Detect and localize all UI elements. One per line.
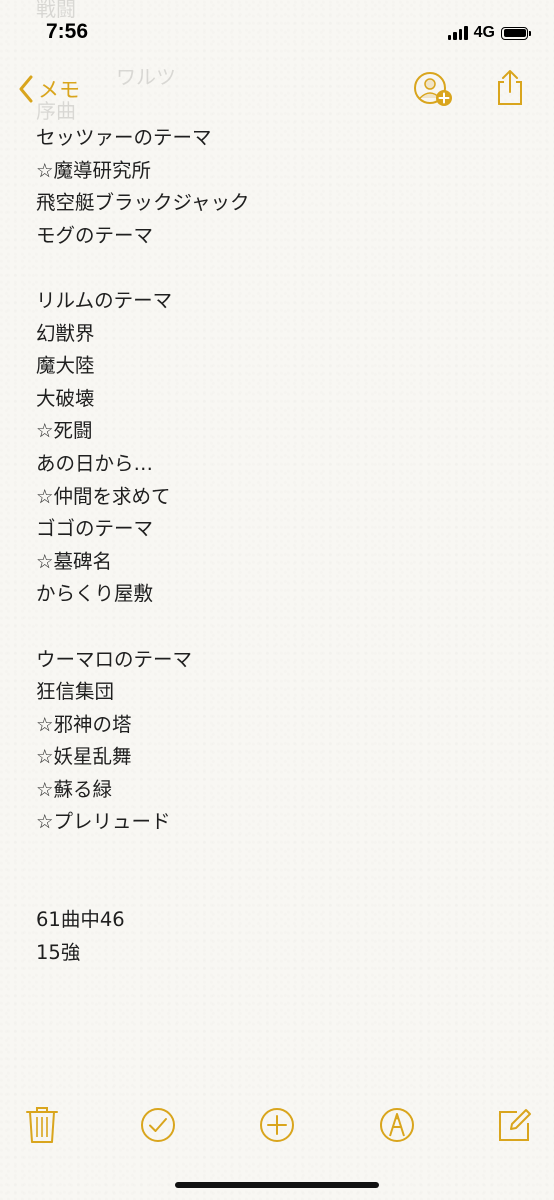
note-line: ☆邪神の塔	[36, 712, 132, 736]
add-button[interactable]	[256, 1104, 298, 1146]
status-bar: 7:56 4G	[0, 0, 554, 68]
back-button[interactable]: メモ	[18, 72, 80, 106]
share-button[interactable]	[490, 68, 530, 108]
bottom-toolbar	[0, 1100, 554, 1150]
note-line: セッツァーのテーマ	[36, 126, 212, 149]
checklist-icon	[141, 1108, 175, 1142]
note-line: ☆プレリュード	[36, 810, 171, 834]
note-line: ☆墓碑名	[36, 549, 112, 573]
note-line: あの日から…	[36, 451, 154, 475]
battery-icon	[501, 26, 531, 40]
add-icon	[260, 1108, 294, 1142]
cellular-signal-icon	[447, 26, 468, 40]
note-line: 幻獣界	[36, 321, 95, 345]
status-indicators: 4G	[447, 22, 531, 44]
note-blank-line	[36, 839, 526, 872]
note-line: 15強	[36, 940, 81, 964]
note-line: 飛空艇ブラックジャック	[36, 191, 250, 215]
note-line: ☆妖星乱舞	[36, 745, 132, 769]
delete-button[interactable]	[21, 1104, 63, 1146]
checklist-button[interactable]	[137, 1104, 179, 1146]
note-line: リルムのテーマ	[36, 288, 173, 312]
compose-icon	[499, 1109, 531, 1141]
note-line: 魔大陸	[36, 354, 95, 378]
battery-level	[503, 29, 526, 37]
note-line: ☆死闘	[36, 419, 93, 443]
back-button-label: メモ	[38, 78, 80, 102]
navigation-bar: メモ	[0, 62, 554, 118]
note-line: からくり屋敷	[36, 582, 154, 606]
markup-icon	[380, 1108, 414, 1142]
note-line: モグのテーマ	[36, 223, 154, 247]
status-time: 7:56	[46, 20, 89, 43]
note-line: ウーマロのテーマ	[36, 647, 193, 671]
share-icon	[498, 70, 522, 105]
note-line: 61曲中46	[36, 908, 125, 932]
note-content[interactable]: セッツァーのテーマ ☆魔導研究所飛空艇ブラックジャック モグのテーマ リルムのテーマ幻…	[36, 122, 526, 969]
note-line: ☆蘇る緑	[36, 777, 112, 801]
note-line: 狂信集団	[36, 680, 115, 704]
chevron-left-icon	[19, 75, 33, 103]
compose-button[interactable]	[494, 1104, 536, 1146]
trash-icon	[26, 1107, 58, 1143]
note-line: ☆仲間を求めて	[36, 484, 171, 508]
add-people-button[interactable]	[412, 68, 452, 108]
markup-button[interactable]	[376, 1104, 418, 1146]
note-blank-line	[36, 872, 526, 905]
note-line: ☆魔導研究所	[36, 158, 151, 182]
network-type: 4G	[473, 24, 495, 41]
note-line: ゴゴのテーマ	[36, 517, 154, 541]
note-blank-line	[36, 611, 526, 644]
add-person-icon	[414, 72, 452, 106]
note-blank-line	[36, 252, 526, 285]
home-indicator[interactable]	[175, 1182, 379, 1188]
note-line: 大破壊	[36, 386, 95, 410]
